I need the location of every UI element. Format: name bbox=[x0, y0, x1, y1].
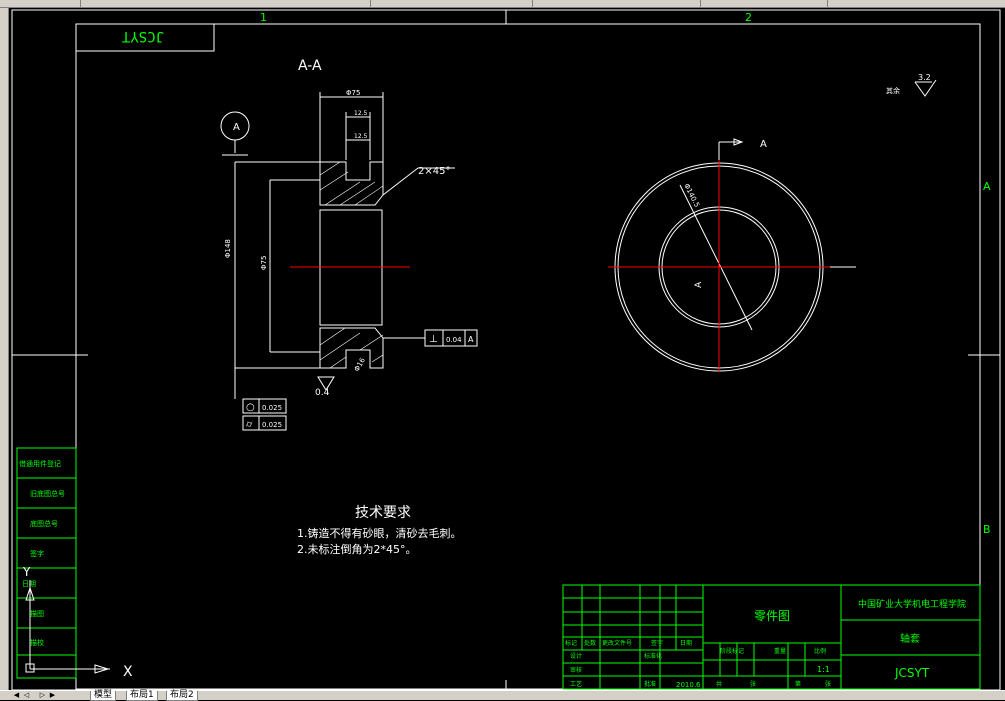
fcf-round-symbol: ○ bbox=[246, 402, 255, 413]
dim-step: 12.5 bbox=[354, 133, 368, 140]
fcf-perp-value: 0.04 bbox=[446, 336, 462, 344]
drawing-canvas[interactable]: JCSYT 1 2 A B A-A Φ75 12.5 12.5 2×45° Φ1… bbox=[9, 8, 1005, 690]
layer-dropdown[interactable] bbox=[372, 0, 533, 7]
title-block-logo: JCSYT bbox=[894, 666, 930, 680]
tb-label-date: 日期 bbox=[680, 639, 692, 647]
tech-req-title: 技术要求 bbox=[355, 505, 411, 521]
tb-label-sign: 签字 bbox=[651, 639, 663, 647]
tb-label-total: 共 bbox=[716, 680, 722, 688]
datum-letter: A bbox=[233, 122, 240, 133]
section-arrow-label: A bbox=[694, 281, 704, 288]
tb-label-mark: 标记 bbox=[565, 639, 577, 647]
lower-flange bbox=[319, 327, 384, 369]
fcf-cyl-symbol: ⌭ bbox=[246, 420, 253, 430]
corner-roughness bbox=[914, 79, 937, 97]
dim-height-inner: Φ75 bbox=[260, 256, 268, 270]
zone-col-1: 1 bbox=[260, 11, 267, 24]
tb-label-approve: 批准 bbox=[644, 680, 656, 688]
left-table-row-2: 旧底图总号 bbox=[30, 489, 65, 498]
ucs-x-label: X bbox=[123, 664, 133, 680]
title-block-school: 中国矿业大学机电工程学院 bbox=[858, 598, 966, 610]
fcf-perp-symbol: ⊥ bbox=[429, 334, 438, 345]
color-dropdown[interactable] bbox=[535, 0, 701, 7]
title-block-scale: 1:1 bbox=[817, 665, 830, 674]
sheet-outer-frame bbox=[11, 9, 1001, 690]
tb-label-design: 设计 bbox=[570, 652, 582, 660]
title-block-drawing-type: 零件图 bbox=[754, 609, 790, 623]
title-block-part-name: 轴套 bbox=[900, 632, 920, 645]
zone-row-b: B bbox=[983, 523, 991, 536]
tb-label-weight: 重量 bbox=[774, 647, 786, 655]
top-toolbar-strip bbox=[0, 0, 1005, 8]
tb-label-change-doc: 更改文件号 bbox=[602, 639, 632, 647]
dim-top-outer: Φ75 bbox=[346, 89, 360, 97]
left-table-row-4: 签字 bbox=[30, 549, 44, 558]
ucs-y-label: Y bbox=[22, 565, 31, 579]
zone-row-a: A bbox=[983, 180, 991, 193]
tab-next-icon[interactable]: ▷ bbox=[38, 691, 47, 700]
toolbar-icon-group[interactable] bbox=[320, 0, 371, 7]
section-title: A-A bbox=[298, 58, 322, 74]
tab-last-icon[interactable]: ▶ bbox=[48, 691, 57, 700]
roughness-corner-label: 其余 bbox=[886, 86, 900, 95]
toolbar-buttons-group[interactable] bbox=[0, 0, 81, 7]
status-bar: ◀ ◁ ▷ ▶ 模型 布局1 布局2 bbox=[0, 690, 1005, 701]
tb-label-standard: 标准化 bbox=[644, 652, 662, 660]
left-table-row-6: 描图 bbox=[30, 609, 44, 618]
logo-text: JCSYT bbox=[121, 28, 164, 44]
roughness-corner-value: 3.2 bbox=[918, 73, 931, 82]
lineweight-dropdown[interactable] bbox=[830, 0, 1005, 7]
dim-bottom-side: Φ16 bbox=[353, 356, 367, 373]
fcf-cyl-value: 0.025 bbox=[262, 421, 282, 429]
left-toolbar-strip[interactable] bbox=[0, 8, 9, 690]
drawing-svg: JCSYT 1 2 A B A-A Φ75 12.5 12.5 2×45° Φ1… bbox=[11, 9, 1001, 690]
upper-flange bbox=[319, 161, 384, 206]
left-table-row-5: 日期 bbox=[22, 580, 36, 588]
tb-label-sheet-b: 张 bbox=[825, 680, 831, 688]
tb-label-sheet-a: 张 bbox=[750, 680, 756, 688]
tab-prev-icon[interactable]: ◁ bbox=[22, 691, 31, 700]
chamfer-note: 2×45° bbox=[418, 166, 450, 177]
tech-req-line-1: 1.铸造不得有砂眼，清砂去毛刺。 bbox=[297, 526, 462, 540]
dim-height-outer: Φ148 bbox=[224, 239, 232, 258]
end-view bbox=[614, 138, 856, 372]
view-arrow-label: A bbox=[760, 139, 767, 150]
tb-label-number: 第 bbox=[795, 680, 801, 688]
tb-label-process: 工艺 bbox=[570, 680, 582, 688]
roughness-main: 0.4 bbox=[315, 388, 330, 398]
sheet-inner-border bbox=[75, 23, 981, 690]
title-block-date: 2010.6 bbox=[676, 681, 701, 689]
zone-col-2: 2 bbox=[745, 11, 752, 24]
tb-label-scale: 比例 bbox=[814, 647, 826, 655]
left-table-row-7: 描校 bbox=[30, 638, 44, 647]
tb-label-review: 审核 bbox=[570, 666, 582, 674]
linetype-dropdown[interactable] bbox=[702, 0, 828, 7]
dim-top-inner: 12.5 bbox=[354, 110, 368, 117]
fcf-perp-datum: A bbox=[468, 335, 474, 344]
tech-req-line-2: 2.未标注倒角为2*45°。 bbox=[297, 542, 417, 556]
fcf-round-value: 0.025 bbox=[262, 404, 282, 412]
left-table-row-1: 借通用件登记 bbox=[19, 459, 61, 468]
tb-label-stage: 阶段标记 bbox=[720, 647, 744, 655]
tb-label-count: 处数 bbox=[584, 639, 596, 647]
left-table bbox=[16, 447, 77, 679]
ucs-icon[interactable] bbox=[25, 580, 110, 674]
left-table-row-3: 底图总号 bbox=[30, 519, 58, 528]
tab-first-icon[interactable]: ◀ bbox=[12, 691, 21, 700]
